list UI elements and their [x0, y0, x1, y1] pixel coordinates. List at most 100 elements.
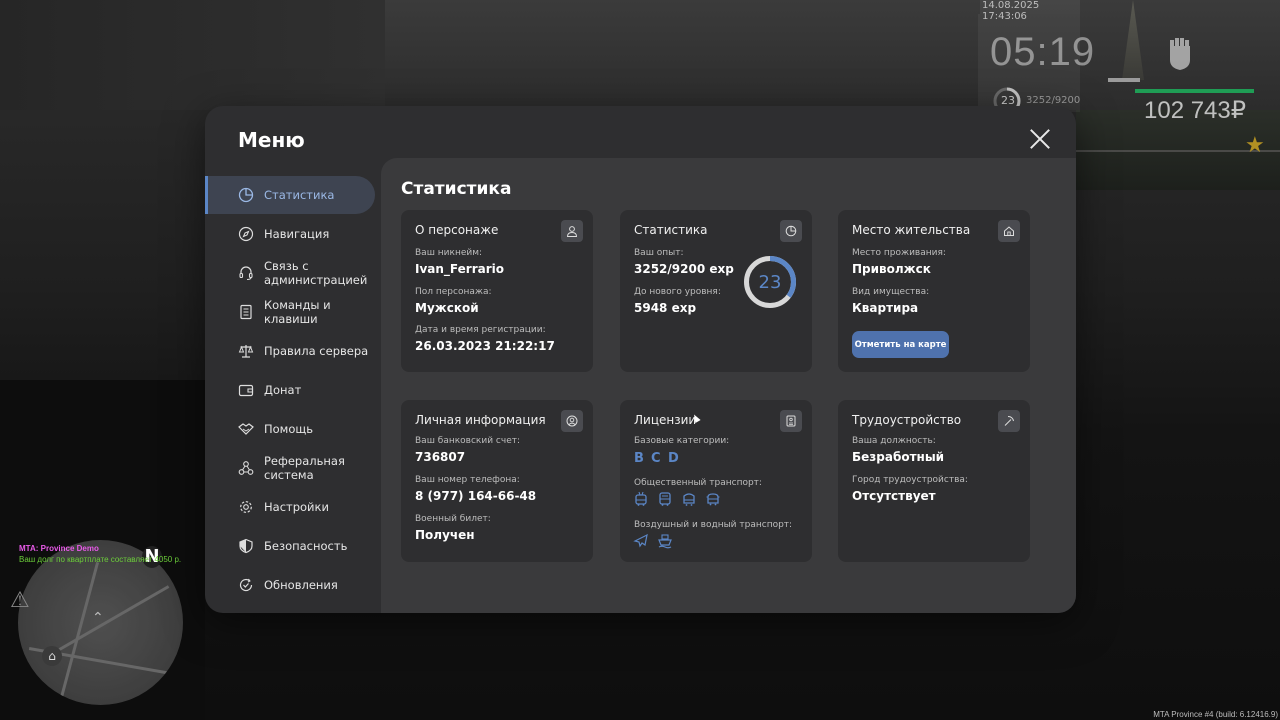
background-building — [0, 0, 385, 110]
card-character: О персонаже Ваш никнейм: Ivan_Ferrario П… — [401, 210, 593, 372]
card-icon-button — [561, 220, 583, 242]
chat-line: MTA: Province Demo — [19, 544, 99, 553]
gear-icon — [240, 501, 252, 513]
home-icon — [1004, 226, 1014, 236]
hud-exp: 3252/9200 — [1026, 95, 1081, 106]
headset-icon — [239, 266, 253, 281]
military-id-value: Получен — [415, 528, 475, 542]
bus-icon — [659, 492, 671, 506]
card-personal-info: Личная информация Ваш банковский счет: 7… — [401, 400, 593, 562]
sidebar-item-security[interactable]: Безопасность — [205, 527, 375, 565]
content-panel: Статистика О персонаже Ваш никнейм: Ivan… — [381, 158, 1076, 613]
license-category: D — [668, 451, 679, 466]
card-residence: Место жительства Место проживания: Приво… — [838, 210, 1030, 372]
residence-label: Место проживания: — [852, 248, 946, 258]
fist-weapon-icon — [1170, 38, 1190, 70]
sidebar-item-label: Настройки — [264, 500, 329, 514]
property-label: Вид имущества: — [852, 287, 930, 297]
exp-value: 3252/9200 exp — [634, 262, 734, 276]
content-title: Статистика — [401, 179, 512, 199]
sidebar-item-label: Реферальная система — [264, 454, 345, 482]
sidebar-item-server-rules[interactable]: Правила сервера — [205, 332, 375, 370]
scales-icon — [238, 345, 254, 358]
phone-value: 8 (977) 164-66-48 — [415, 489, 537, 503]
card-title: О персонаже — [415, 223, 499, 237]
sidebar-item-label: Правила сервера — [264, 344, 369, 358]
license-category: B — [634, 451, 644, 466]
sidebar-item-admin-contact[interactable]: Связь с администрацией — [205, 254, 375, 292]
public-transport-label: Общественный транспорт: — [634, 478, 762, 488]
card-licenses: Лицензии Базовые категории: B C D Общест… — [620, 400, 812, 562]
sidebar-item-navigation[interactable]: Навигация — [205, 215, 375, 253]
mark-on-map-button[interactable]: Отметить на карте — [852, 331, 949, 358]
license-category: C — [651, 451, 661, 466]
air-water-transport-label: Воздушный и водный транспорт: — [634, 520, 793, 530]
handshake-icon — [238, 423, 254, 435]
wallet-icon — [238, 384, 254, 397]
bank-account-value: 736807 — [415, 450, 466, 464]
card-employment: Трудоустройство Ваша должность: Безработ… — [838, 400, 1030, 562]
card-icon-button — [998, 220, 1020, 242]
bank-icon: ⌂ — [42, 646, 62, 666]
sidebar-item-label: Команды и клавиши — [264, 298, 331, 326]
wanted-star-icon: ★ — [1245, 133, 1265, 158]
hud-clock: 05:19 — [990, 30, 1096, 74]
tram-icon — [683, 493, 695, 506]
background-sky — [385, 0, 1280, 110]
pie-chart-icon — [238, 187, 254, 203]
sidebar-item-settings[interactable]: Настройки — [205, 488, 375, 526]
compass-icon — [238, 226, 254, 242]
sidebar-item-commands[interactable]: Команды и клавиши — [205, 293, 375, 331]
refresh-check-icon — [239, 578, 253, 592]
menu-window: Меню Статистика Навигация Связь с админи… — [205, 106, 1076, 613]
sidebar-item-label: Обновления — [264, 578, 338, 592]
card-icon-button — [561, 410, 583, 432]
hud-health-bar — [1135, 89, 1254, 93]
card-title: Личная информация — [415, 413, 546, 427]
next-level-label: До нового уровня: — [634, 287, 721, 297]
hud-money: 102 743₽ — [1144, 97, 1247, 124]
position-value: Безработный — [852, 450, 945, 464]
close-button[interactable] — [1029, 128, 1051, 150]
card-title: Лицензии — [634, 413, 697, 427]
card-icon-button — [780, 410, 802, 432]
nickname-label: Ваш никнейм: — [415, 248, 483, 258]
minibus-icon — [706, 493, 720, 506]
sidebar-item-label: Донат — [264, 383, 302, 397]
level-value: 23 — [758, 271, 782, 293]
map-warning-icon: ⚠ — [10, 588, 30, 613]
residence-value: Приволжск — [852, 262, 931, 276]
user-icon — [566, 226, 578, 237]
base-categories-label: Базовые категории: — [634, 436, 730, 446]
sidebar-item-statistics[interactable]: Статистика — [205, 176, 375, 214]
sidebar-item-label: Помощь — [264, 422, 314, 436]
chat-box: MTA: Province Demo Ваш долг по квартплат… — [19, 543, 181, 565]
pickaxe-icon — [1004, 416, 1014, 426]
registration-value: 26.03.2023 21:22:17 — [415, 339, 555, 353]
sidebar-item-label: Навигация — [264, 227, 330, 241]
card-title: Статистика — [634, 223, 708, 237]
card-statistics: Статистика Ваш опыт: 3252/9200 exp До но… — [620, 210, 812, 372]
phone-label: Ваш номер телефона: — [415, 475, 520, 485]
hud-armor-bar — [1108, 78, 1140, 82]
sidebar-item-help[interactable]: Помощь — [205, 410, 375, 448]
sidebar-item-updates[interactable]: Обновления — [205, 566, 375, 604]
registration-label: Дата и время регистрации: — [415, 325, 546, 335]
trolleybus-icon — [635, 491, 647, 506]
user-circle-icon — [566, 415, 578, 427]
build-info: MTA Province #4 (build: 6.12416.9) — [1153, 710, 1278, 719]
sidebar-item-referral[interactable]: Реферальная система — [205, 449, 375, 487]
sidebar-item-donate[interactable]: Донат — [205, 371, 375, 409]
gender-label: Пол персонажа: — [415, 287, 492, 297]
gender-value: Мужской — [415, 301, 479, 315]
map-road — [46, 585, 170, 658]
menu-title: Меню — [238, 128, 305, 152]
bank-account-label: Ваш банковский счет: — [415, 436, 521, 446]
military-id-label: Военный билет: — [415, 514, 491, 524]
shield-icon — [239, 538, 253, 554]
sidebar-item-label: Связь с администрацией — [264, 259, 368, 287]
exp-label: Ваш опыт: — [634, 248, 684, 258]
card-title: Трудоустройство — [852, 413, 962, 427]
card-icon-button — [780, 220, 802, 242]
player-arrow-icon: ⌃ — [92, 610, 104, 626]
